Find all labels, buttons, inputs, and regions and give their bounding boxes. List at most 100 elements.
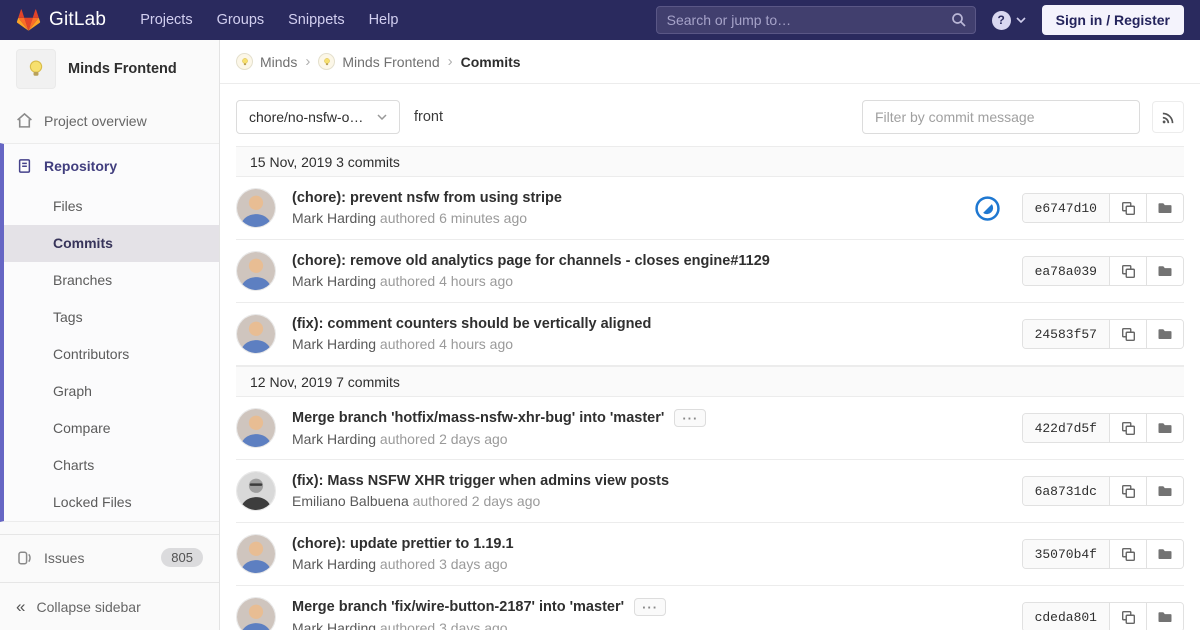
author-avatar[interactable] [236,314,276,354]
commit-time: authored 3 days ago [379,620,508,630]
commit-author-link[interactable]: Mark Harding [292,556,376,572]
branch-selector-dropdown[interactable]: chore/no-nsfw-o… [236,100,400,134]
copy-sha-button[interactable] [1109,603,1146,630]
commit-sha-link[interactable]: cdeda801 [1022,603,1109,630]
commit-title-link[interactable]: (fix): comment counters should be vertic… [292,316,651,332]
commit-sha-link[interactable]: e6747d10 [1022,194,1109,222]
sidebar-item-branches[interactable]: Branches [4,262,219,299]
sidebar-label-issues: Issues [44,549,85,566]
copy-sha-button[interactable] [1109,414,1146,442]
commit-row: Merge branch 'hotfix/mass-nsfw-xhr-bug' … [236,397,1184,460]
commit-sha-group: ea78a039 [1021,256,1184,286]
help-menu[interactable]: ? [991,10,1026,30]
project-name: Minds Frontend [68,61,177,77]
commit-title-link[interactable]: (fix): Mass NSFW XHR trigger when admins… [292,473,669,489]
commit-author-link[interactable]: Mark Harding [292,431,376,447]
commit-sha-link[interactable]: ea78a039 [1022,257,1109,285]
search-input[interactable] [655,6,976,34]
copy-sha-icon [1121,610,1135,624]
breadcrumb: Minds › Minds Frontend › Commits [220,40,1200,84]
breadcrumb-label: Minds [260,53,298,70]
breadcrumb-label: Minds Frontend [342,53,440,70]
commit-row: (chore): update prettier to 1.19.1 Mark H… [236,523,1184,586]
sidebar-item-issues[interactable]: Issues 805 [0,534,219,580]
commits-feed-button[interactable] [1152,101,1184,133]
home-icon [16,112,33,129]
commit-filter-input[interactable] [862,100,1140,134]
commit-time: authored 3 days ago [379,556,508,572]
sidebar-item-files[interactable]: Files [4,188,219,225]
sidebar-item-contributors[interactable]: Contributors [4,336,219,373]
lightbulb-icon [29,60,43,76]
sign-in-register-button[interactable]: Sign in / Register [1041,5,1184,35]
sidebar-item-commits[interactable]: Commits [4,225,219,262]
copy-sha-icon [1121,201,1135,215]
commit-sha-link[interactable]: 6a8731dc [1022,477,1109,505]
sidebar-item-charts[interactable]: Charts [4,447,219,484]
sidebar-label-project-overview: Project overview [44,112,147,129]
gitlab-tanuki-icon [16,9,41,31]
commit-title-link[interactable]: (chore): prevent nsfw from using stripe [292,190,562,206]
browse-files-button[interactable] [1146,477,1183,505]
breadcrumb-item-commits[interactable]: Commits [461,54,521,70]
sidebar-item-project-overview[interactable]: Project overview [0,98,219,143]
browse-files-button[interactable] [1146,320,1183,348]
commit-sha-group: 35070b4f [1021,539,1184,569]
copy-sha-button[interactable] [1109,540,1146,568]
commit-author-link[interactable]: Mark Harding [292,620,376,630]
author-avatar[interactable] [236,251,276,291]
copy-sha-button[interactable] [1109,257,1146,285]
browse-files-button[interactable] [1146,414,1183,442]
commit-author-link[interactable]: Mark Harding [292,273,376,289]
copy-sha-button[interactable] [1109,194,1146,222]
commit-sha-link[interactable]: 24583f57 [1022,320,1109,348]
nav-item-snippets[interactable]: Snippets [276,0,356,40]
pipeline-running-icon [974,195,1000,221]
author-avatar[interactable] [236,597,276,630]
sidebar-item-compare[interactable]: Compare [4,410,219,447]
commit-sha-link[interactable]: 422d7d5f [1022,414,1109,442]
collapse-sidebar-button[interactable]: « Collapse sidebar [0,582,219,630]
toggle-commit-description-button[interactable]: ··· [634,598,667,616]
commit-author-link[interactable]: Emiliano Balbuena [292,493,409,509]
commit-author-link[interactable]: Mark Harding [292,210,376,226]
breadcrumb-item-minds-frontend[interactable]: Minds Frontend [318,53,440,70]
commit-row: (fix): comment counters should be vertic… [236,303,1184,366]
breadcrumb-separator: › [305,53,311,70]
breadcrumb-item-minds[interactable]: Minds [236,53,297,70]
project-avatar [16,49,56,89]
commit-date-header: 15 Nov, 2019 3 commits [236,146,1184,177]
repository-submenu: Files Commits Branches Tags Contributors Grap… [4,188,219,521]
commit-author-link[interactable]: Mark Harding [292,336,376,352]
commit-title-link[interactable]: (chore): update prettier to 1.19.1 [292,536,514,552]
author-avatar[interactable] [236,408,276,448]
commit-sha-group: 6a8731dc [1021,476,1184,506]
copy-sha-icon [1121,264,1135,278]
breadcrumb-label: Commits [460,53,521,70]
sidebar-item-repository[interactable]: Repository [4,144,219,188]
commit-title-link[interactable]: Merge branch 'hotfix/mass-nsfw-xhr-bug' … [292,410,664,426]
nav-item-projects[interactable]: Projects [128,0,204,40]
commit-title-link[interactable]: (chore): remove old analytics page for c… [292,253,770,269]
project-sidebar: Minds Frontend Project overview Reposito… [0,40,220,630]
nav-item-help[interactable]: Help [357,0,411,40]
browse-files-button[interactable] [1146,603,1183,630]
sidebar-item-tags[interactable]: Tags [4,299,219,336]
gitlab-home-link[interactable]: GitLab [16,8,106,32]
author-avatar[interactable] [236,188,276,228]
browse-files-button[interactable] [1146,540,1183,568]
browse-files-button[interactable] [1146,257,1183,285]
author-avatar[interactable] [236,471,276,511]
browse-files-button[interactable] [1146,194,1183,222]
pipeline-status-running[interactable] [974,195,1000,221]
sidebar-item-locked-files[interactable]: Locked Files [4,484,219,521]
commit-sha-link[interactable]: 35070b4f [1022,540,1109,568]
sidebar-item-graph[interactable]: Graph [4,373,219,410]
commit-title-link[interactable]: Merge branch 'fix/wire-button-2187' into… [292,599,624,615]
toggle-commit-description-button[interactable]: ··· [674,409,707,427]
author-avatar[interactable] [236,534,276,574]
copy-sha-button[interactable] [1109,320,1146,348]
project-header-link[interactable]: Minds Frontend [0,40,219,98]
copy-sha-button[interactable] [1109,477,1146,505]
nav-item-groups[interactable]: Groups [205,0,277,40]
